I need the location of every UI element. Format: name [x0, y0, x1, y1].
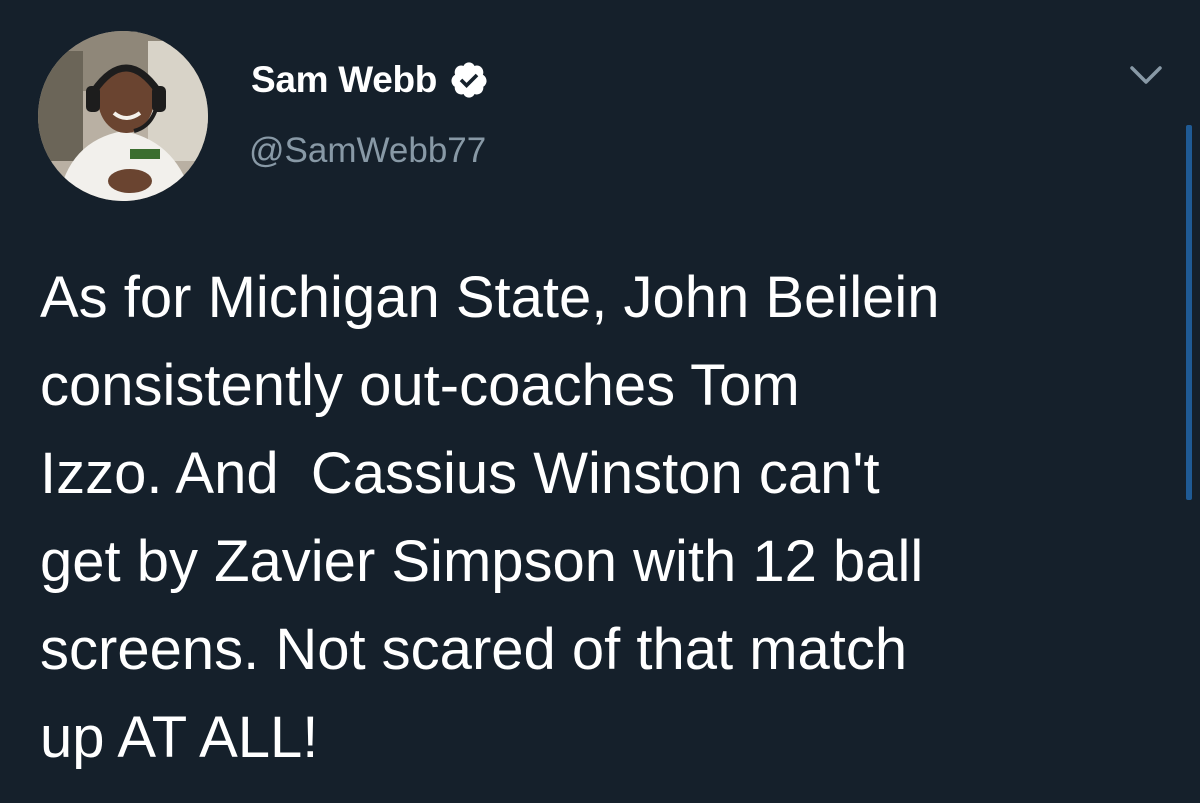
tweet-text: As for Michigan State, John Beilein cons…: [40, 265, 940, 770]
user-handle[interactable]: @SamWebb77: [249, 131, 486, 171]
chevron-down-icon[interactable]: [1128, 62, 1164, 90]
verified-badge-icon: [451, 62, 487, 98]
profile-photo-icon: [38, 31, 208, 201]
tweet-card: Sam Webb @SamWebb77 As for Michigan Stat…: [0, 0, 1200, 803]
avatar[interactable]: [38, 31, 208, 201]
display-name[interactable]: Sam Webb: [251, 59, 437, 101]
author-name-row[interactable]: Sam Webb: [251, 55, 489, 105]
scrollbar[interactable]: [1186, 125, 1192, 500]
